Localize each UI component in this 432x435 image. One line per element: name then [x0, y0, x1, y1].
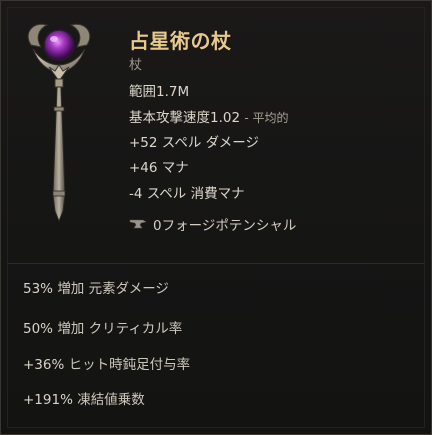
range-stat: 範囲1.7M	[129, 83, 189, 101]
item-tooltip: 占星術の杖 杖 範囲1.7M 基本攻撃速度1.02 - 平均的 +52 スペル …	[0, 0, 432, 435]
affix-value: 50%	[23, 321, 54, 337]
tooltip-header: 占星術の杖 杖 範囲1.7M 基本攻撃速度1.02 - 平均的 +52 スペル …	[1, 1, 432, 251]
affix-value: 53%	[23, 281, 54, 297]
item-name: 占星術の杖	[129, 29, 232, 53]
anvil-icon	[129, 219, 147, 229]
range-label: 範囲	[129, 84, 156, 100]
affix-text: 凍結値乗数	[77, 392, 145, 408]
attack-speed-note: - 平均的	[244, 111, 289, 125]
affix-value: +36%	[23, 357, 65, 373]
mana-stat: +46 マナ	[129, 160, 189, 176]
forge-potential: 0フォージポテンシャル	[129, 214, 296, 234]
attack-speed-label: 基本攻撃速度	[129, 110, 210, 126]
section-divider	[7, 263, 425, 264]
mana-cost-stat: -4 スペル 消費マナ	[129, 186, 245, 202]
forge-potential-label: 0フォージポテンシャル	[153, 218, 297, 234]
spell-damage-stat: +52 スペル ダメージ	[129, 135, 259, 151]
affix-item: 53% 増加 元素ダメージ	[23, 277, 169, 297]
affix-item: +191% 凍結値乗数	[23, 388, 145, 408]
affix-text: 増加 クリティカル率	[57, 321, 183, 337]
affix-text: 増加 元素ダメージ	[57, 281, 169, 297]
affix-text: ヒット時鈍足付与率	[68, 357, 191, 373]
attack-speed-value: 1.02	[210, 110, 241, 126]
affix-value: +191%	[23, 392, 73, 408]
attack-speed-stat: 基本攻撃速度1.02 - 平均的	[129, 109, 289, 127]
affix-item: 50% 増加 クリティカル率	[23, 317, 182, 337]
affix-item: +36% ヒット時鈍足付与率	[23, 353, 190, 373]
staff-icon	[27, 23, 91, 223]
range-value: 1.7M	[156, 84, 190, 100]
item-type: 杖	[129, 58, 143, 73]
